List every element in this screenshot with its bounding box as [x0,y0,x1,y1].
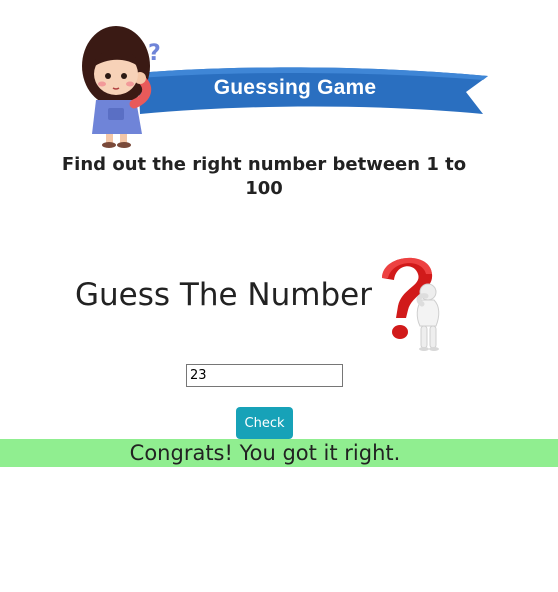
svg-text:?: ? [148,41,161,66]
page-heading: Guess The Number [75,277,372,313]
instructions-text: Find out the right number between 1 to 1… [61,154,467,199]
guessing-game-page: ? ? Guessing Game Find out the right num… [0,0,558,592]
thinking-girl-icon: ? ? [82,26,161,148]
title-banner: ? ? Guessing Game [78,18,493,150]
result-message: Congrats! You got it right. [129,441,401,465]
check-button[interactable]: Check [236,407,293,439]
guess-input[interactable] [186,364,343,387]
svg-text:?: ? [142,55,149,69]
banner-title: Guessing Game [213,76,377,99]
result-banner: Congrats! You got it right. [0,439,558,467]
question-mark-figure-icon [382,257,440,351]
